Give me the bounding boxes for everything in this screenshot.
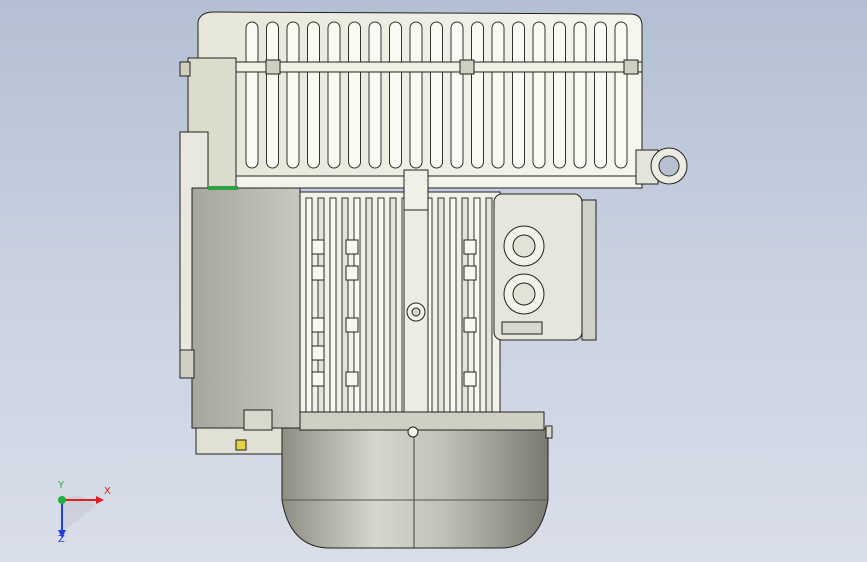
cooling-fin bbox=[327, 21, 341, 169]
motor-fin bbox=[377, 197, 385, 417]
motor-fin bbox=[305, 197, 313, 417]
graphics-viewport[interactable]: X Y Z bbox=[0, 0, 867, 562]
orientation-triad[interactable]: X Y Z bbox=[40, 476, 120, 556]
triad-y-label: Y bbox=[58, 480, 65, 491]
cooling-fin bbox=[573, 21, 587, 169]
motor-fin bbox=[437, 197, 445, 417]
fan-cover[interactable] bbox=[281, 411, 553, 549]
cooling-fin bbox=[266, 21, 279, 169]
cooling-fin bbox=[532, 21, 546, 169]
motor-body[interactable] bbox=[299, 169, 501, 423]
mounting-slot bbox=[311, 239, 325, 255]
mounting-slot bbox=[345, 371, 359, 387]
cooling-fin bbox=[512, 21, 525, 169]
mounting-slot bbox=[463, 239, 477, 255]
cooling-fin bbox=[471, 21, 484, 169]
terminal-box[interactable] bbox=[493, 193, 597, 341]
mounting-slot bbox=[311, 345, 325, 361]
cooling-fin bbox=[348, 21, 361, 169]
mounting-slot bbox=[463, 371, 477, 387]
cooling-fin bbox=[409, 21, 423, 169]
cooling-fin bbox=[368, 21, 382, 169]
mounting-slot bbox=[345, 239, 359, 255]
motor-fin bbox=[485, 197, 493, 417]
cooling-fin bbox=[594, 21, 607, 169]
cooling-fin bbox=[286, 21, 300, 169]
blower-housing[interactable] bbox=[179, 11, 643, 189]
mounting-slot bbox=[311, 265, 325, 281]
cooling-fin bbox=[614, 21, 628, 169]
motor-fin bbox=[329, 197, 337, 417]
cooling-fin bbox=[307, 21, 320, 169]
cooling-fin bbox=[245, 21, 259, 169]
cooling-fin bbox=[553, 21, 566, 169]
mounting-slot bbox=[345, 317, 359, 333]
motor-fin bbox=[365, 197, 373, 417]
mounting-slot bbox=[463, 317, 477, 333]
cooling-fin bbox=[389, 21, 402, 169]
mounting-slot bbox=[463, 265, 477, 281]
mounting-slot bbox=[345, 265, 359, 281]
3d-model-view[interactable] bbox=[0, 0, 867, 562]
cooling-fin bbox=[430, 21, 443, 169]
cooling-fin bbox=[450, 21, 464, 169]
triad-z-label: Z bbox=[58, 534, 65, 545]
mounting-slot bbox=[311, 371, 325, 387]
triad-x-label: X bbox=[104, 486, 111, 497]
motor-fin bbox=[449, 197, 457, 417]
mounting-slot bbox=[311, 317, 325, 333]
lifting-eye[interactable] bbox=[635, 147, 688, 185]
motor-fin bbox=[389, 197, 397, 417]
cooling-fin bbox=[491, 21, 505, 169]
